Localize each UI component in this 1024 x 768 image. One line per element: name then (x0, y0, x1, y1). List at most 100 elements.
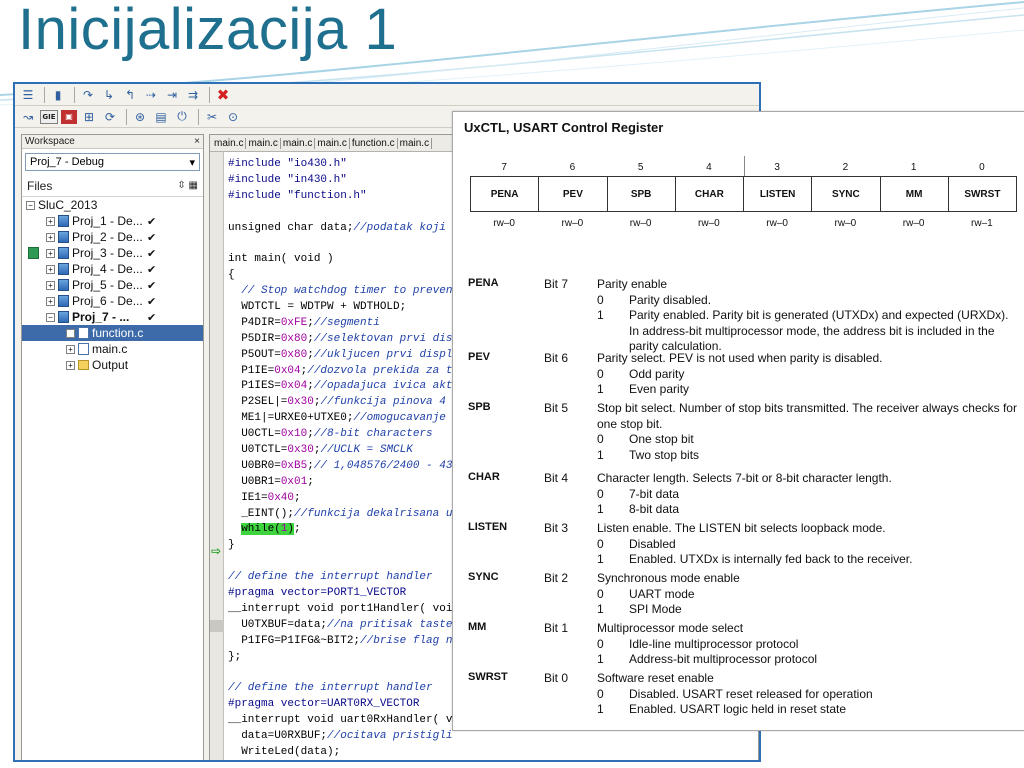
expand-icon[interactable]: + (66, 360, 75, 370)
workspace-header: Workspace × (22, 135, 203, 149)
tree-item[interactable]: + Proj_3 - De... ✔ (22, 245, 203, 261)
code-line[interactable]: }; (228, 650, 452, 666)
code-line[interactable]: { (228, 268, 452, 284)
go-icon[interactable]: ⇉ (184, 86, 202, 104)
files-label: Files (27, 178, 53, 193)
tree-item[interactable]: + Proj_4 - De... ✔ (22, 261, 203, 277)
gie-icon[interactable]: GIE (40, 109, 58, 124)
expand-icon[interactable]: + (46, 232, 55, 242)
code-line[interactable]: ​ (228, 554, 452, 570)
code-line[interactable]: __interrupt void uart0RxHandler( v (228, 713, 452, 729)
code-line[interactable]: } (228, 538, 452, 554)
bit-numbers: 7 6 5 4 3 2 1 0 (470, 162, 1016, 173)
code-line[interactable]: data=U0RXBUF;//ocitava pristigli (228, 729, 452, 745)
code-line[interactable]: U0TXBUF=data;//na pritisak taste (228, 618, 452, 634)
bit-option-value: 0 (597, 686, 604, 701)
tree-item[interactable]: + main.c (22, 341, 203, 357)
bit-option-text: Parity disabled. (629, 292, 712, 307)
configuration-select[interactable]: Proj_7 - Debug ▾ (25, 153, 200, 171)
zoom-icon[interactable]: ⊙ (224, 108, 242, 126)
code-line[interactable]: ME1|=URXE0+UTXE0;//omogucavanje (228, 411, 452, 427)
expand-icon[interactable]: − (26, 200, 35, 210)
code-line[interactable]: int main( void ) (228, 252, 452, 268)
expand-icon[interactable]: − (46, 312, 55, 322)
clear-icon[interactable]: ✂ (203, 108, 221, 126)
tree-item[interactable]: + function.c (22, 325, 203, 341)
code-line[interactable]: ​ (228, 666, 452, 682)
target-icon[interactable]: ⊛ (131, 108, 149, 126)
expand-icon[interactable]: + (66, 328, 75, 338)
code-line[interactable]: P1IFG=P1IFG&~BIT2;//brise flag n (228, 634, 452, 650)
code-line[interactable]: unsigned char data;//podatak koji (228, 221, 452, 237)
debug-icon[interactable]: ⏻ (173, 108, 191, 126)
code-line[interactable]: P1IES=0x04;//opadajuca ivica akt (228, 379, 452, 395)
code-line[interactable]: U0BR1=0x01; (228, 475, 452, 491)
code-line[interactable]: WDTCTL = WDTPW + WDTHOLD; (228, 300, 452, 316)
code-area[interactable]: #include "io430.h" #include "in430.h" #inc… (228, 157, 452, 762)
expand-icon[interactable]: + (46, 296, 55, 306)
close-icon[interactable]: × (194, 136, 200, 147)
tree-item-label: Proj_1 - De... (72, 214, 143, 228)
tree-item[interactable]: − SluC_2013 (22, 197, 203, 259)
memory-icon[interactable]: ▤ (152, 108, 170, 126)
expand-icon[interactable]: + (46, 216, 55, 226)
code-line[interactable]: P2SEL|=0x30;//funkcija pinova 4 (228, 395, 452, 411)
code-line[interactable]: #pragma vector=UART0RX_VECTOR (228, 697, 452, 713)
editor-tab[interactable]: main.c (212, 137, 247, 149)
editor-tab[interactable]: main.c (315, 137, 350, 149)
code-line[interactable]: U0CTL=0x10;//8-bit characters (228, 427, 452, 443)
expand-icon[interactable]: + (46, 280, 55, 290)
editor-tab[interactable]: main.c (246, 137, 281, 149)
run-to-cursor-icon[interactable]: ⇥ (163, 86, 181, 104)
bit-description-bit: Bit 1 (544, 621, 569, 635)
code-line[interactable]: ​ (228, 236, 452, 252)
code-line[interactable]: }; (228, 761, 452, 762)
code-line[interactable]: #include "function.h" (228, 189, 452, 205)
tree-item-label: Proj_3 - De... (72, 246, 143, 260)
step-over-icon[interactable]: ↷ (79, 86, 97, 104)
tree-item[interactable]: + Output (22, 357, 203, 373)
expand-icon[interactable]: + (66, 344, 75, 354)
bookmark-icon[interactable]: ▮ (49, 86, 67, 104)
editor-tab[interactable]: main.c (398, 137, 433, 149)
editor-tab[interactable]: function.c (350, 137, 398, 149)
code-line[interactable]: __interrupt void port1Handler( voi (228, 602, 452, 618)
chevron-down-icon[interactable]: ▾ (189, 156, 195, 169)
code-line[interactable]: WriteLed(data); (228, 745, 452, 760)
code-line[interactable]: ​ (228, 205, 452, 221)
expand-icon[interactable]: + (46, 264, 55, 274)
tree-item[interactable]: + Proj_6 - De... ✔ (22, 293, 203, 309)
code-line[interactable]: // Stop watchdog timer to preven (228, 284, 452, 300)
code-line[interactable]: P1IE=0x04;//dozvola prekida za t (228, 364, 452, 380)
bit-option: 1 Enabled. USART logic held in reset stat… (597, 702, 1017, 718)
make-icon[interactable]: ↝ (19, 108, 37, 126)
code-line[interactable]: P5DIR=0x80;//selektovan prvi dis (228, 332, 452, 348)
stop-debugging-icon[interactable]: ✖ (214, 86, 232, 104)
tree-item[interactable]: − Proj_7 - ... ✔ (22, 309, 203, 325)
editor-tab[interactable]: main.c (281, 137, 316, 149)
code-line[interactable]: IE1=0x40; (228, 491, 452, 507)
files-options-icon[interactable]: ⇳ ▦ (177, 180, 198, 191)
tree-item[interactable]: + Proj_1 - De... ✔ (22, 213, 203, 229)
tree-item[interactable]: + Proj_2 - De... ✔ (22, 229, 203, 245)
reset-icon[interactable]: ▣ (61, 109, 77, 124)
code-line[interactable]: _EINT();//funkcija dekalrisana u (228, 507, 452, 523)
refresh-icon[interactable]: ⟳ (101, 108, 119, 126)
code-line[interactable]: while(1); (228, 522, 452, 538)
code-line[interactable]: U0BR0=0xB5;// 1,048576/2400 - 43 (228, 459, 452, 475)
tree-item[interactable]: + Proj_5 - De... ✔ (22, 277, 203, 293)
code-line[interactable]: U0TCTL=0x30;//UCLK = SMCLK (228, 443, 452, 459)
indent-icon[interactable]: ☰ (19, 86, 37, 104)
code-line[interactable]: // define the interrupt handler (228, 681, 452, 697)
code-line[interactable]: // define the interrupt handler (228, 570, 452, 586)
expand-icon[interactable]: + (46, 248, 55, 258)
next-statement-icon[interactable]: ⇢ (142, 86, 160, 104)
code-line[interactable]: #include "in430.h" (228, 173, 452, 189)
step-into-icon[interactable]: ↳ (100, 86, 118, 104)
step-out-icon[interactable]: ↰ (121, 86, 139, 104)
code-line[interactable]: P4DIR=0xFE;//segmenti (228, 316, 452, 332)
code-line[interactable]: #pragma vector=PORT1_VECTOR (228, 586, 452, 602)
code-line[interactable]: #include "io430.h" (228, 157, 452, 173)
code-line[interactable]: P5OUT=0x80;//ukljucen prvi displ (228, 348, 452, 364)
rst-icon[interactable]: ⊞ (80, 108, 98, 126)
